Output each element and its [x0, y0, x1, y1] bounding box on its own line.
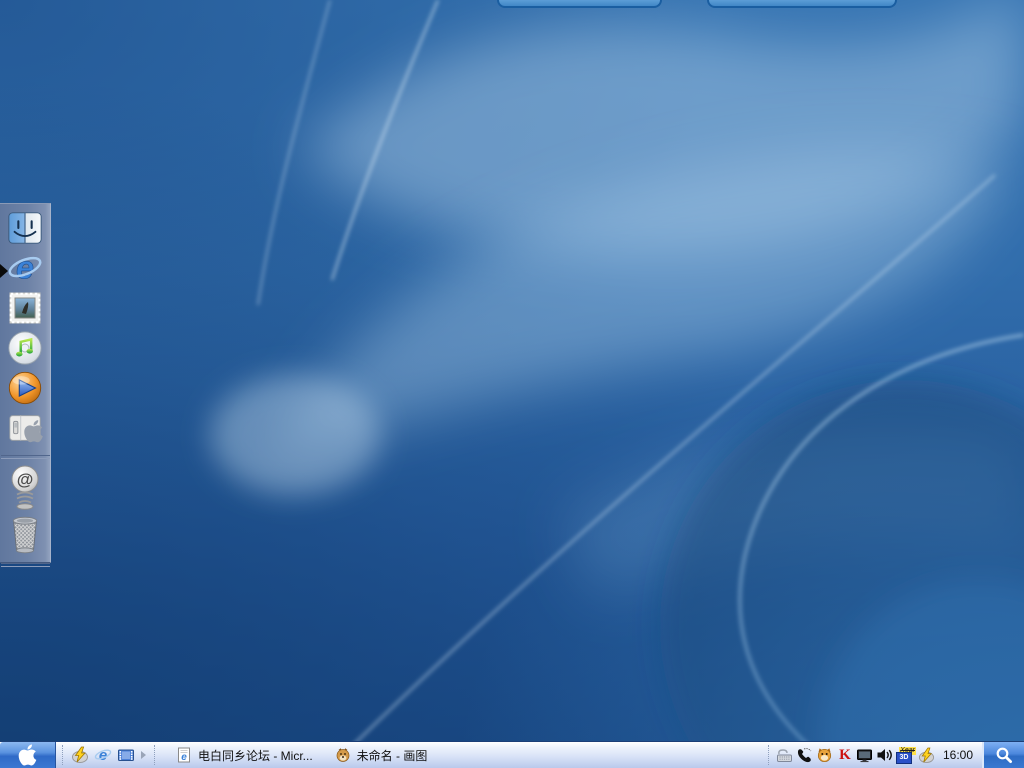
- taskbar: e e 电: [0, 741, 1024, 768]
- taskbar-clock[interactable]: 16:00: [943, 748, 973, 762]
- winamp-lightning-icon[interactable]: [70, 746, 89, 765]
- volume-icon[interactable]: [876, 747, 894, 764]
- monitor-icon[interactable]: [856, 747, 874, 764]
- separator: [62, 745, 64, 765]
- itunes-icon[interactable]: [5, 328, 45, 368]
- separator: [154, 745, 156, 765]
- partial-button-right[interactable]: [707, 0, 897, 8]
- internet-explorer-icon[interactable]: e: [93, 746, 112, 765]
- taskbar-window-forum[interactable]: e 电白同乡论坛 - Micr...: [168, 743, 321, 767]
- dock-groove: [1, 563, 50, 567]
- apple-logo-icon: [17, 743, 38, 767]
- active-app-indicator: [0, 264, 8, 278]
- quick-launch: e: [70, 746, 148, 765]
- search-button[interactable]: [982, 742, 1024, 768]
- input-keyboard-icon[interactable]: [776, 747, 794, 764]
- taskbar-window-label: 未命名 - 画图: [357, 747, 428, 764]
- taskbar-window-paint[interactable]: 未命名 - 画图: [327, 743, 436, 767]
- media-player-icon[interactable]: [5, 368, 45, 408]
- partial-button-left[interactable]: [497, 0, 662, 8]
- magnifier-icon: [995, 746, 1013, 764]
- ie-letter: e: [181, 752, 187, 763]
- dock-divider: [1, 455, 50, 459]
- taskbar-window-label: 电白同乡论坛 - Micr...: [198, 747, 313, 764]
- xear-3d-label: 3D: [896, 752, 912, 764]
- at-glyph: @: [17, 470, 34, 489]
- separator: [768, 745, 770, 765]
- movie-clip-icon[interactable]: [116, 746, 135, 765]
- photo-stamp-icon[interactable]: [5, 288, 45, 328]
- trash-icon[interactable]: [5, 511, 45, 557]
- apple-switch-icon[interactable]: [5, 408, 45, 448]
- ie-document-icon: e: [176, 747, 192, 763]
- mail-at-stamp-icon[interactable]: @: [5, 465, 45, 511]
- desktop: e: [0, 0, 1024, 768]
- xear-3d-icon[interactable]: Xear 3D: [896, 747, 916, 764]
- k-player-icon[interactable]: K: [836, 747, 854, 764]
- dock: e: [0, 203, 51, 563]
- ie-letter: e: [16, 249, 34, 285]
- chevron-right-icon[interactable]: [141, 751, 146, 759]
- finder-icon[interactable]: [5, 208, 45, 248]
- aqua-wallpaper: [0, 0, 1024, 768]
- system-tray: K: [762, 742, 1024, 768]
- start-button[interactable]: [0, 742, 56, 768]
- phone-icon[interactable]: [796, 747, 814, 764]
- pet-face-icon[interactable]: [816, 747, 834, 764]
- dog-icon: [335, 747, 351, 763]
- internet-explorer-icon[interactable]: e: [5, 248, 45, 288]
- k-letter: K: [839, 747, 851, 764]
- winamp-lightning-icon[interactable]: [918, 747, 936, 764]
